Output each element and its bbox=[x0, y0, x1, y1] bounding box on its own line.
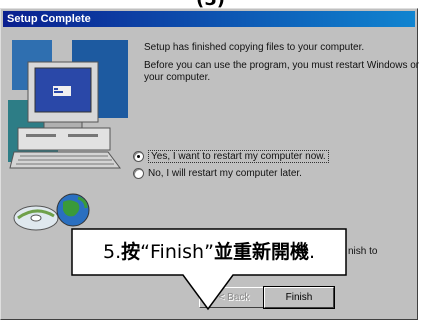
callout-button-name: “Finish” bbox=[140, 241, 214, 263]
callout-instruction: 5.按“Finish”並重新開機. bbox=[72, 229, 346, 275]
callout-period: . bbox=[308, 241, 315, 263]
callout-step-number: 5. bbox=[103, 241, 122, 263]
callout-action: 並重新開機 bbox=[213, 241, 309, 263]
callout-verb: 按 bbox=[121, 241, 141, 263]
